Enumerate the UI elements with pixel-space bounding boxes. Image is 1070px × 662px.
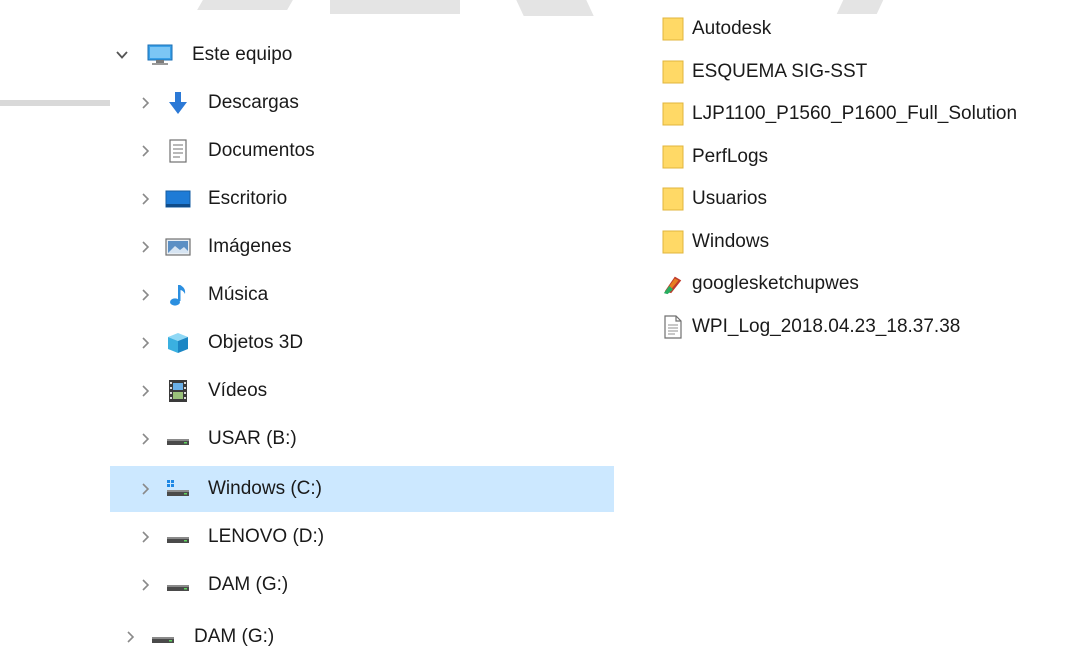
file-name: googlesketchupwes — [692, 273, 859, 295]
nav-item-label: Imágenes — [208, 236, 292, 257]
nav-item-label: USAR (B:) — [208, 428, 297, 449]
file-row-perflogs[interactable]: PerfLogs — [650, 136, 1060, 179]
file-name: LJP1100_P1560_P1600_Full_Solution — [692, 103, 1018, 125]
nav-item-label: Windows (C:) — [208, 478, 323, 499]
drive-icon — [150, 626, 176, 648]
nav-item-label: LENOVO (D:) — [208, 526, 325, 547]
drive-icon — [165, 526, 191, 548]
nav-item-descargas[interactable]: Descargas — [110, 80, 615, 126]
sketchup-app-icon — [662, 273, 684, 295]
file-row-autodesk[interactable]: Autodesk — [650, 8, 1060, 51]
music-note-icon — [167, 284, 189, 306]
pictures-icon — [165, 236, 191, 258]
file-name: WPI_Log_2018.04.23_18.37.38 — [692, 315, 961, 337]
folder-icon — [662, 145, 684, 169]
file-row-usuarios[interactable]: Usuarios — [650, 178, 1060, 221]
drive-icon — [165, 574, 191, 596]
nav-item-objetos-3d[interactable]: Objetos 3D — [110, 320, 615, 366]
chevron-right-icon[interactable] — [137, 529, 153, 545]
file-list: Autodesk ESQUEMA SIG-SST LJP1100_P1560_P… — [650, 8, 1060, 348]
chevron-right-icon[interactable] — [137, 95, 153, 111]
nav-item-label: Objetos 3D — [208, 332, 304, 353]
document-icon — [167, 139, 189, 163]
nav-item-documentos[interactable]: Documentos — [110, 128, 615, 174]
computer-icon — [147, 44, 173, 66]
chevron-right-icon[interactable] — [137, 239, 153, 255]
chevron-right-icon[interactable] — [137, 577, 153, 593]
file-name: Usuarios — [692, 188, 767, 210]
nav-item-windows-c[interactable]: Windows (C:) — [110, 466, 614, 512]
nav-item-label: Documentos — [208, 140, 315, 161]
nav-item-label: Música — [208, 284, 269, 305]
chevron-right-icon[interactable] — [137, 383, 153, 399]
nav-item-escritorio[interactable]: Escritorio — [110, 176, 615, 222]
nav-item-usar-b[interactable]: USAR (B:) — [110, 416, 615, 462]
file-name: Autodesk — [692, 18, 772, 40]
nav-item-label: DAM (G:) — [194, 626, 275, 647]
chevron-right-icon[interactable] — [137, 481, 153, 497]
film-icon — [167, 380, 189, 402]
chevron-right-icon[interactable] — [137, 191, 153, 207]
file-row-esquema-sig-sst[interactable]: ESQUEMA SIG-SST — [650, 51, 1060, 94]
file-row-googlesketchupwes[interactable]: googlesketchupwes — [650, 263, 1060, 306]
nav-item-label: Vídeos — [208, 380, 268, 401]
file-name: ESQUEMA SIG-SST — [692, 60, 868, 82]
chevron-right-icon[interactable] — [137, 143, 153, 159]
file-name: PerfLogs — [692, 145, 769, 167]
desktop-icon — [165, 188, 191, 210]
folder-icon — [662, 60, 684, 84]
download-arrow-icon — [167, 92, 189, 114]
chevron-right-icon[interactable] — [137, 287, 153, 303]
folder-icon — [662, 17, 684, 41]
nav-item-lenovo-d[interactable]: LENOVO (D:) — [110, 514, 615, 560]
text-file-icon — [662, 315, 684, 339]
file-row-ljp1100[interactable]: LJP1100_P1560_P1600_Full_Solution — [650, 93, 1060, 136]
drive-icon — [165, 428, 191, 450]
file-row-windows[interactable]: Windows — [650, 221, 1060, 264]
nav-item-dam-g[interactable]: DAM (G:) — [110, 562, 615, 608]
nav-item-label: Este equipo — [192, 44, 293, 65]
chevron-down-icon[interactable] — [114, 47, 130, 63]
nav-item-musica[interactable]: Música — [110, 272, 615, 318]
chevron-right-icon[interactable] — [137, 431, 153, 447]
chevron-right-icon[interactable] — [122, 629, 138, 645]
nav-item-dam-g-outer[interactable]: DAM (G:) — [110, 614, 615, 660]
folder-icon — [662, 102, 684, 126]
folder-icon — [662, 187, 684, 211]
navigation-pane: Este equipo Descargas Documentos Escrito… — [0, 0, 620, 662]
file-name: Windows — [692, 230, 770, 252]
chevron-right-icon[interactable] — [137, 335, 153, 351]
nav-item-label: Descargas — [208, 92, 299, 113]
nav-item-este-equipo[interactable]: Este equipo — [110, 32, 615, 78]
windows-drive-icon — [165, 478, 191, 500]
cube-3d-icon — [165, 332, 191, 354]
nav-item-imagenes[interactable]: Imágenes — [110, 224, 615, 270]
file-row-wpi-log[interactable]: WPI_Log_2018.04.23_18.37.38 — [650, 306, 1060, 349]
nav-item-videos[interactable]: Vídeos — [110, 368, 615, 414]
folder-icon — [662, 230, 684, 254]
nav-item-label: DAM (G:) — [208, 574, 289, 595]
nav-item-label: Escritorio — [208, 188, 288, 209]
